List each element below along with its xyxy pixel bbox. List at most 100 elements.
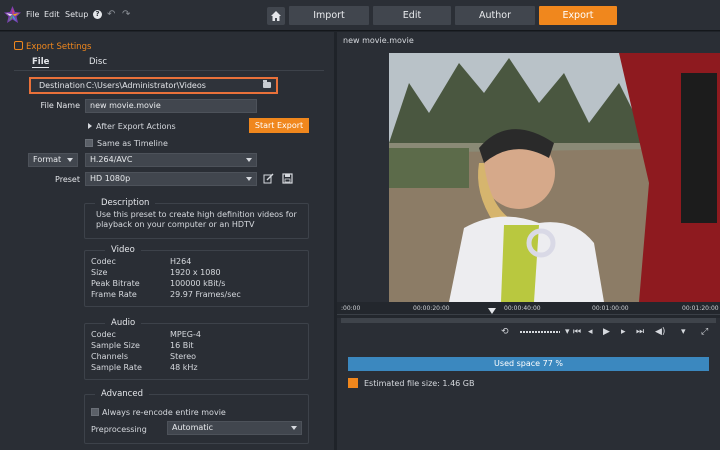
expand-arrow-icon [88,123,92,129]
chevron-down-icon [246,158,252,162]
format-label: Format [33,155,62,164]
video-title: Video [105,245,141,255]
save-preset-icon[interactable] [282,173,293,184]
tick-label: 00:01:20:00 [682,305,719,312]
chevron-down-icon [67,158,73,162]
preview-title: new movie.movie [343,36,414,45]
go-to-end-icon[interactable]: ⏭ [636,327,644,337]
audio-channels-key: Channels [91,352,129,361]
preset-label: Preset [55,175,80,184]
reencode-checkbox[interactable] [91,408,99,416]
play-icon[interactable]: ▶ [603,327,610,337]
destination-value[interactable]: C:\Users\Administrator\Videos [86,81,206,90]
help-icon[interactable]: ? [93,10,102,19]
fullscreen-icon[interactable]: ▾ [681,327,686,337]
audio-codec-value: MPEG-4 [170,330,201,339]
video-framerate-value: 29.97 Frames/sec [170,290,241,299]
advanced-title: Advanced [95,389,149,399]
used-space-bar: Used space 77 % [348,357,709,371]
estimated-file-size: Estimated file size: 1.46 GB [364,379,475,388]
preset-value: HD 1080p [90,174,131,183]
speed-down-icon[interactable]: ▾ [565,327,570,337]
file-name-label: File Name [40,101,80,110]
playback-controls: ⟲ ▾ ⏮ ◂ ▶ ▸ ⏭ ◀) ▾ ⤢ [337,325,720,339]
video-size-value: 1920 x 1080 [170,268,221,277]
advanced-group: Advanced Always re-encode entire movie P… [84,389,309,444]
resize-icon[interactable]: ⤢ [701,327,708,337]
preview-panel: new movie.movie :00:00 00:00:20:00 00:00… [337,32,720,450]
description-title: Description [95,198,156,208]
file-name-input[interactable]: new movie.movie [85,99,257,113]
preset-select[interactable]: HD 1080p [85,172,257,186]
folder-icon[interactable] [263,80,271,88]
audio-samplerate-key: Sample Rate [91,363,142,372]
video-codec-value: H264 [170,257,192,266]
audio-samplesize-key: Sample Size [91,341,140,350]
video-preview[interactable] [389,53,720,302]
playhead-icon[interactable] [488,308,496,314]
same-as-timeline-checkbox[interactable] [85,139,93,147]
export-settings-panel: Export Settings File Disc Destination C:… [0,32,334,450]
format-dropdown[interactable]: Format [28,153,78,167]
divider [14,70,324,71]
tab-import[interactable]: Import [289,6,369,25]
format-value: H.264/AVC [90,155,133,164]
undo-icon[interactable]: ↶ [107,9,115,20]
tick-label: 00:00:40:00 [504,305,541,312]
subtab-file[interactable]: File [32,57,50,68]
menu-setup[interactable]: Setup [65,10,88,19]
preprocessing-label: Preprocessing [91,425,147,434]
tab-export[interactable]: Export [539,6,617,25]
after-export-actions[interactable]: After Export Actions [88,122,176,131]
audio-samplesize-value: 16 Bit [170,341,194,350]
video-bitrate-value: 100000 kBit/s [170,279,226,288]
file-size-swatch [348,378,358,388]
previous-frame-icon[interactable]: ◂ [588,327,593,337]
next-frame-icon[interactable]: ▸ [621,327,626,337]
description-line-2: playback on your computer or an HDTV [96,220,255,229]
audio-title: Audio [105,318,142,328]
tab-edit[interactable]: Edit [373,6,451,25]
description-line-1: Use this preset to create high definitio… [96,210,297,219]
home-icon [271,11,281,21]
subtab-disc[interactable]: Disc [89,57,107,67]
redo-icon[interactable]: ↷ [122,9,130,20]
menu-file[interactable]: File [26,10,39,19]
settings-icon [14,41,23,50]
preprocessing-value: Automatic [172,423,214,432]
top-bar: File Edit Setup ? ↶ ↷ Import Edit Author… [0,0,720,31]
loop-icon[interactable]: ⟲ [501,327,509,337]
reencode-label: Always re-encode entire movie [102,408,226,417]
video-framerate-key: Frame Rate [91,290,137,299]
app-logo [4,6,21,23]
audio-samplerate-value: 48 kHz [170,363,198,372]
video-bitrate-key: Peak Bitrate [91,279,140,288]
jog-slider[interactable] [520,331,560,334]
same-as-timeline-label: Same as Timeline [97,139,168,148]
audio-channels-value: Stereo [170,352,197,361]
destination-label: Destination [39,81,85,90]
home-button[interactable] [267,7,285,25]
timeline-ruler[interactable]: :00:00 00:00:20:00 00:00:40:00 00:01:00:… [337,302,720,318]
tick-label: 00:00:20:00 [413,305,450,312]
format-select[interactable]: H.264/AVC [85,153,257,167]
destination-row[interactable]: Destination C:\Users\Administrator\Video… [29,77,278,94]
video-group: Video Codec H264 Size 1920 x 1080 Peak B… [84,245,309,307]
video-size-key: Size [91,268,108,277]
export-settings-title: Export Settings [14,41,91,52]
video-codec-key: Codec [91,257,116,266]
start-export-button[interactable]: Start Export [249,118,309,133]
chevron-down-icon [246,177,252,181]
menu-edit[interactable]: Edit [44,10,60,19]
audio-group: Audio Codec MPEG-4 Sample Size 16 Bit Ch… [84,318,309,380]
scrub-track[interactable] [341,318,716,323]
preprocessing-select[interactable]: Automatic [167,421,302,435]
volume-icon[interactable]: ◀) [655,327,665,337]
tab-author[interactable]: Author [455,6,535,25]
ruler-line [337,314,720,315]
audio-codec-key: Codec [91,330,116,339]
edit-preset-icon[interactable] [263,173,274,184]
go-to-start-icon[interactable]: ⏮ [573,327,581,337]
description-group: Description Use this preset to create hi… [84,198,309,239]
tick-label: 00:01:00:00 [592,305,629,312]
